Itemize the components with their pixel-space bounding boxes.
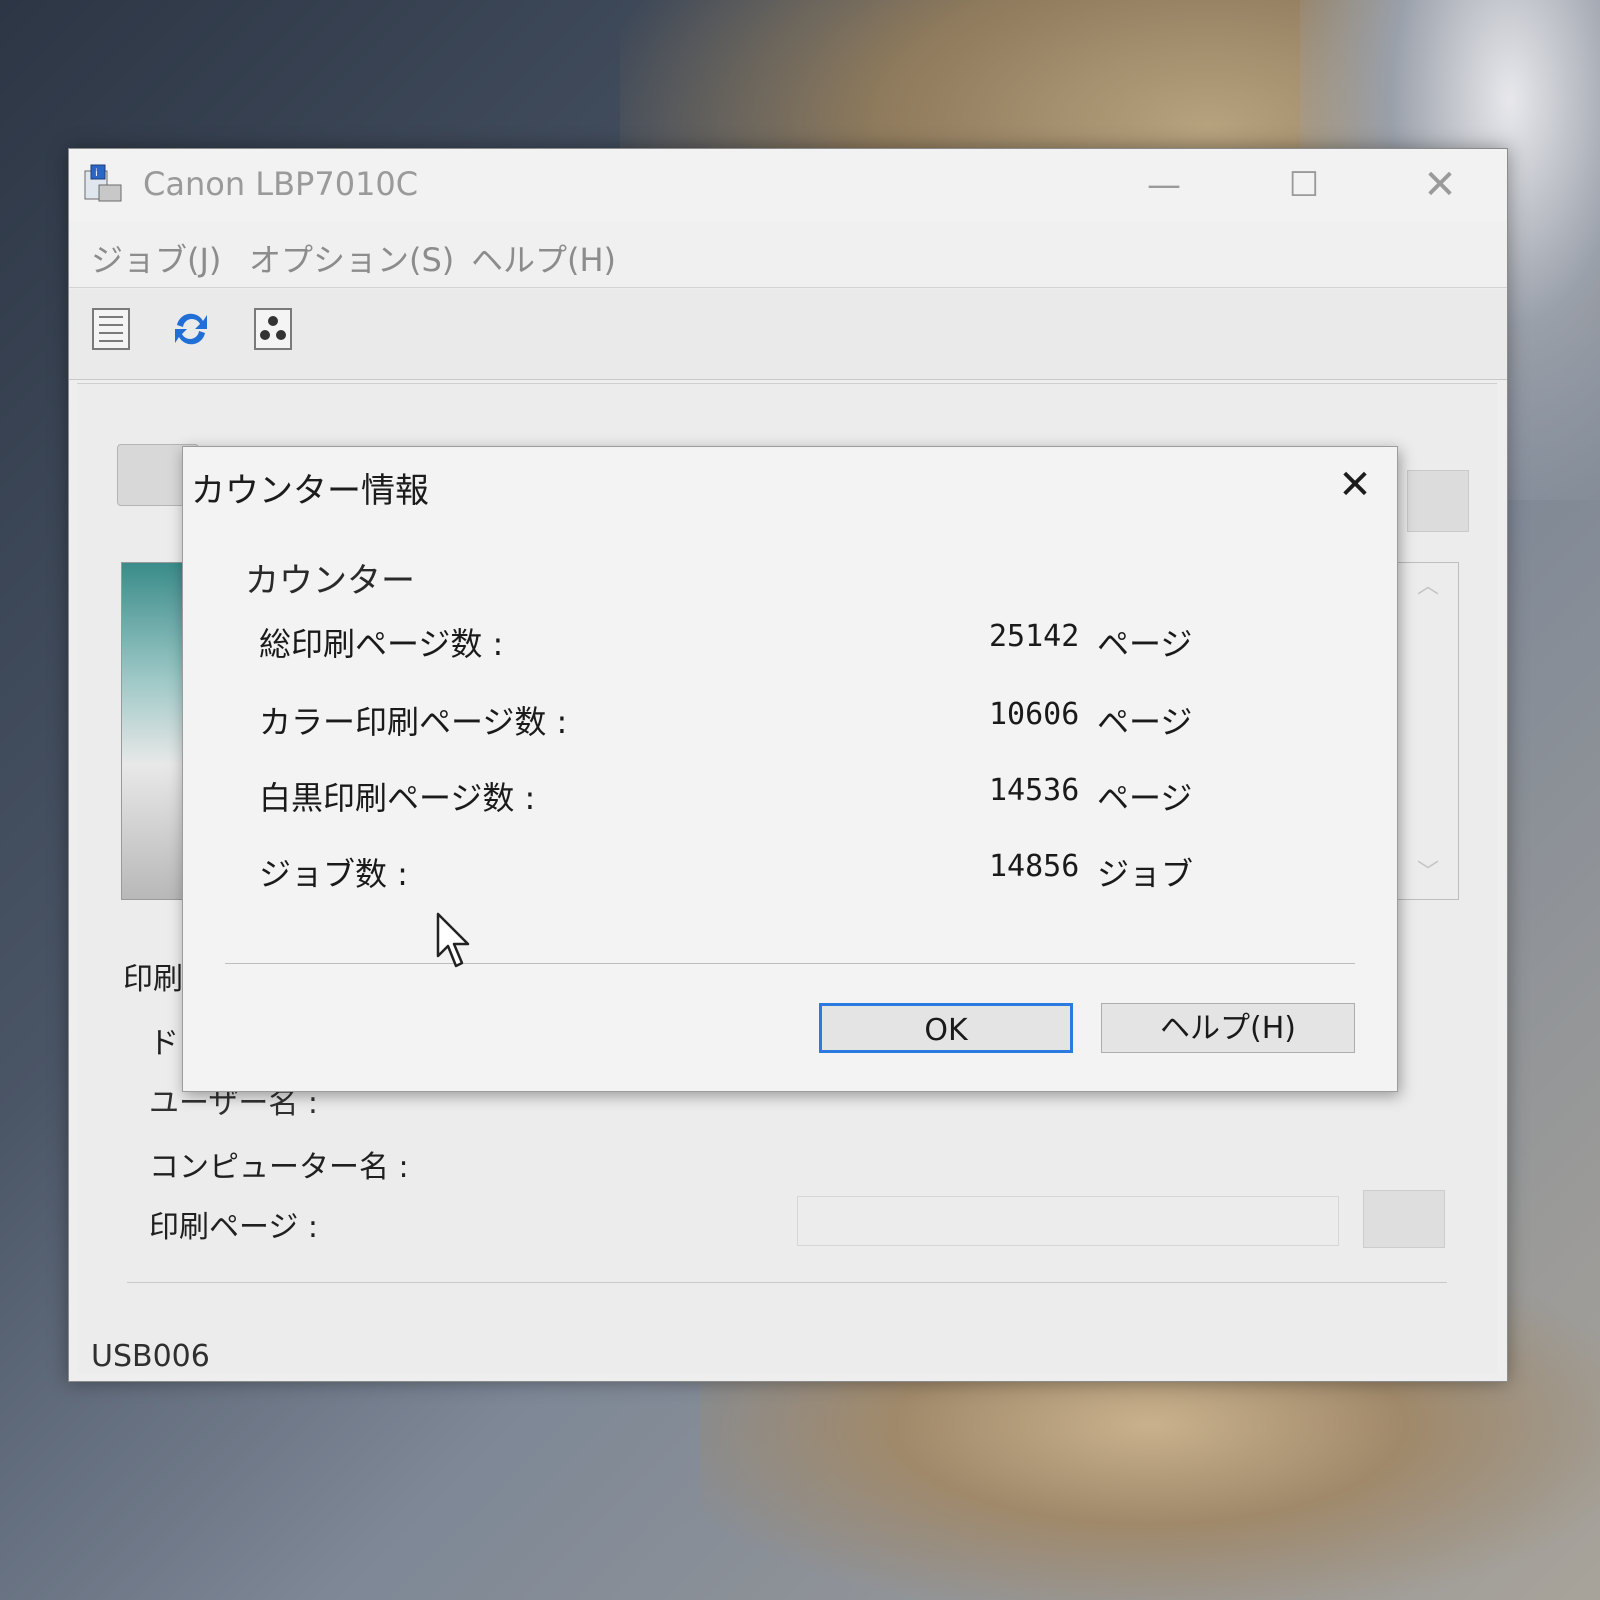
bw-pages-value: 14536 xyxy=(989,773,1080,808)
dialog-title: カウンター情報 xyxy=(191,471,429,511)
menu-help[interactable]: ヘルプ(H) xyxy=(471,235,616,281)
color-pages-label: カラー印刷ページ数 : xyxy=(259,703,568,741)
menu-job[interactable]: ジョブ(J) xyxy=(91,235,221,281)
counter-info-dialog: カウンター情報 ✕ カウンター 総印刷ページ数 : 25142 ページ カラー印… xyxy=(182,446,1398,1092)
titlebar: i Canon LBP7010C — ☐ ✕ xyxy=(69,149,1507,221)
status-bar-port: USB006 xyxy=(91,1339,210,1374)
mouse-cursor-icon xyxy=(436,912,470,968)
bw-pages-label: 白黒印刷ページ数 : xyxy=(259,779,536,817)
dialog-close-button[interactable]: ✕ xyxy=(1325,457,1385,513)
job-list-icon[interactable] xyxy=(87,303,135,355)
print-pages-label: 印刷ページ : xyxy=(149,1210,319,1245)
document-label: ド xyxy=(149,1026,179,1061)
ok-button[interactable]: OK xyxy=(819,1003,1073,1053)
scroll-down-icon[interactable]: ﹀ xyxy=(1417,854,1439,886)
job-count-value: 14856 xyxy=(989,849,1080,884)
window-close-button[interactable]: ✕ xyxy=(1411,159,1469,211)
scroll-up-icon[interactable]: ︿ xyxy=(1417,568,1439,600)
total-pages-value: 25142 xyxy=(989,619,1080,654)
window-title: Canon LBP7010C xyxy=(143,165,419,203)
minimize-button[interactable]: — xyxy=(1135,159,1193,211)
toolbar xyxy=(69,289,1507,380)
color-pages-unit: ページ xyxy=(1097,703,1193,741)
panel-divider xyxy=(127,1282,1447,1283)
cancel-job-button[interactable] xyxy=(1363,1190,1445,1248)
menu-bar: ジョブ(J) オプション(S) ヘルプ(H) xyxy=(69,221,1507,288)
counter-group-label: カウンター xyxy=(245,561,415,601)
panel-side-button[interactable] xyxy=(1407,470,1469,532)
total-pages-unit: ページ xyxy=(1097,625,1193,663)
total-pages-label: 総印刷ページ数 : xyxy=(259,625,504,663)
menu-options[interactable]: オプション(S) xyxy=(249,235,454,281)
bw-pages-unit: ページ xyxy=(1097,779,1193,817)
computer-name-label: コンピューター名 : xyxy=(149,1150,409,1185)
job-count-label: ジョブ数 : xyxy=(259,855,408,893)
maximize-button[interactable]: ☐ xyxy=(1275,159,1333,211)
job-count-unit: ジョブ xyxy=(1097,855,1194,893)
print-info-label: 印刷 xyxy=(123,962,183,997)
print-pages-field xyxy=(797,1196,1339,1246)
dialog-divider xyxy=(225,963,1355,964)
color-pages-value: 10606 xyxy=(989,697,1080,732)
help-button[interactable]: ヘルプ(H) xyxy=(1101,1003,1355,1053)
svg-text:i: i xyxy=(95,168,98,179)
printer-info-icon: i xyxy=(84,164,122,202)
toner-icon[interactable] xyxy=(249,303,297,355)
refresh-icon[interactable] xyxy=(167,303,215,355)
